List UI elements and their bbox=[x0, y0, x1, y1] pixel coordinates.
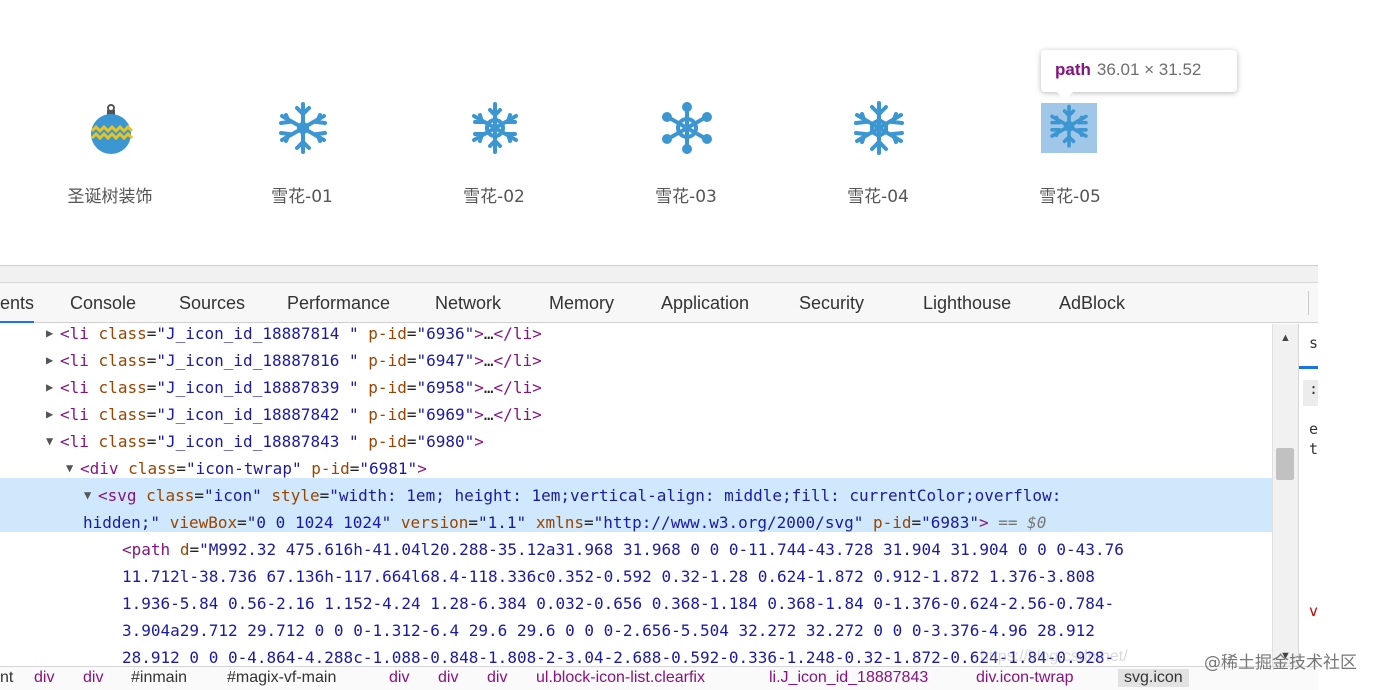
elements-dom-tree: ▶ <li class="J_icon_id_18887814 " p-id="… bbox=[0, 324, 1272, 664]
tab-application[interactable]: Application bbox=[661, 283, 749, 323]
inspect-tooltip: path 36.01 × 31.52 bbox=[1041, 50, 1237, 100]
styles-pane-text: : bbox=[1309, 380, 1318, 398]
collapse-arrow-icon[interactable]: ▼ bbox=[66, 455, 80, 482]
dom-node-path-continued: 1.936-5.84 0.56-2.16 1.152-4.24 1.28-6.3… bbox=[122, 594, 1115, 613]
breadcrumb-item[interactable]: nt bbox=[0, 669, 13, 687]
devtools-resize-strip[interactable] bbox=[0, 266, 1318, 283]
tab-elements[interactable]: ents bbox=[0, 283, 35, 323]
dom-node-li-open[interactable]: ▼ <li class="J_icon_id_18887843 " p-id="… bbox=[0, 428, 1272, 455]
icon-label: 圣诞树装饰 bbox=[67, 187, 153, 207]
snowflake-icon bbox=[662, 102, 712, 154]
breadcrumb-item[interactable]: div bbox=[389, 669, 409, 687]
dom-node-li[interactable]: ▶ <li class="J_icon_id_18887814 " p-id="… bbox=[0, 324, 1272, 347]
tab-console[interactable]: Console bbox=[70, 283, 136, 323]
tab-lighthouse[interactable]: Lighthouse bbox=[923, 283, 1011, 323]
dom-node-path-continued: 3.904a29.712 29.712 0 0 0-1.312-6.4 29.6… bbox=[122, 621, 1095, 640]
breadcrumb-item[interactable]: div bbox=[34, 669, 54, 687]
dom-node-path-continued: 11.712l-38.736 67.136h-117.664l68.4-118.… bbox=[122, 567, 1095, 586]
expand-arrow-icon[interactable]: ▶ bbox=[46, 401, 60, 428]
icon-label: 雪花-01 bbox=[271, 187, 333, 207]
icon-card-snowflake-03[interactable]: 雪花-03 bbox=[626, 96, 746, 216]
dom-node-li[interactable]: ▶ <li class="J_icon_id_18887839 " p-id="… bbox=[0, 374, 1272, 401]
icon-label: 雪花-04 bbox=[847, 187, 909, 207]
snowflake-icon bbox=[1041, 103, 1097, 153]
tab-adblock[interactable]: AdBlock bbox=[1059, 283, 1125, 323]
breadcrumb-item-active[interactable]: svg.icon bbox=[1118, 669, 1189, 687]
snowflake-icon bbox=[472, 102, 518, 154]
scrollbar-thumb[interactable] bbox=[1276, 448, 1294, 480]
scroll-up-icon[interactable]: ▲ bbox=[1280, 332, 1291, 344]
collapse-arrow-icon[interactable]: ▼ bbox=[84, 482, 98, 509]
snowflake-icon bbox=[279, 102, 327, 154]
devtools-tab-bar: ents Console Sources Performance Network… bbox=[0, 283, 1318, 323]
dom-node-div[interactable]: ▼ <div class="icon-twrap" p-id="6981"> bbox=[0, 455, 1272, 482]
styles-pane-text: e bbox=[1309, 420, 1318, 438]
icon-card-snowflake-02[interactable]: 雪花-02 bbox=[434, 96, 554, 216]
icon-label: 雪花-02 bbox=[463, 187, 525, 207]
dom-node-li[interactable]: ▶ <li class="J_icon_id_18887816 " p-id="… bbox=[0, 347, 1272, 374]
dom-node-svg-selected[interactable]: ▼ <svg class="icon" style="width: 1em; h… bbox=[0, 482, 1272, 509]
breadcrumb-item[interactable]: div.icon-twrap bbox=[976, 669, 1074, 687]
tab-network[interactable]: Network bbox=[435, 283, 501, 323]
tab-security[interactable]: Security bbox=[799, 283, 864, 323]
collapse-arrow-icon[interactable]: ▼ bbox=[46, 428, 60, 455]
breadcrumb-item[interactable]: #inmain bbox=[131, 669, 187, 687]
icon-card-snowflake-04[interactable]: 雪花-04 bbox=[818, 96, 938, 216]
tooltip-dimensions: 36.01 × 31.52 bbox=[1096, 60, 1202, 79]
devtools-panel: ents Console Sources Performance Network… bbox=[0, 265, 1318, 690]
icon-card-ornament[interactable]: 圣诞树装饰 bbox=[50, 96, 170, 216]
dom-tree-scrollbar[interactable]: ▲ ▼ bbox=[1272, 324, 1298, 666]
styles-pane-text: s bbox=[1309, 334, 1318, 352]
breadcrumb-item[interactable]: li.J_icon_id_18887843 bbox=[769, 669, 928, 687]
icon-card-snowflake-01[interactable]: 雪花-01 bbox=[242, 96, 362, 216]
expand-arrow-icon[interactable]: ▶ bbox=[46, 374, 60, 401]
styles-pane-text: v bbox=[1309, 602, 1318, 620]
watermark-url: https://blog.csdn.net/ bbox=[980, 648, 1128, 665]
tab-memory[interactable]: Memory bbox=[549, 283, 614, 323]
breadcrumb: nt div div #inmain #magix-vf-main div di… bbox=[0, 666, 1318, 690]
styles-pane: s : e t v bbox=[1298, 324, 1318, 666]
breadcrumb-item[interactable]: ul.block-icon-list.clearfix bbox=[536, 669, 705, 687]
expand-arrow-icon[interactable]: ▶ bbox=[46, 324, 60, 347]
styles-pane-active-indicator bbox=[1299, 366, 1318, 369]
tab-performance[interactable]: Performance bbox=[287, 283, 390, 323]
icon-gallery: 圣诞树装饰 雪花-01 雪花-02 雪花-03 雪花-04 雪花-05 path… bbox=[0, 0, 1386, 265]
dom-node-svg-continued: hidden;" viewBox="0 0 1024 1024" version… bbox=[83, 513, 1047, 532]
selected-node-marker: == $0 bbox=[998, 513, 1047, 532]
watermark: @稀土掘金技术社区 bbox=[1204, 653, 1357, 673]
expand-arrow-icon[interactable]: ▶ bbox=[46, 347, 60, 374]
ornament-icon bbox=[90, 104, 134, 154]
breadcrumb-item[interactable]: div bbox=[83, 669, 103, 687]
tooltip-tag: path bbox=[1055, 60, 1091, 79]
dom-node-path[interactable]: <path d="M992.32 475.616h-41.04l20.288-3… bbox=[0, 536, 1272, 563]
icon-card-snowflake-05[interactable]: 雪花-05 bbox=[1010, 96, 1130, 216]
tab-sources[interactable]: Sources bbox=[179, 283, 245, 323]
breadcrumb-item[interactable]: div bbox=[438, 669, 458, 687]
styles-pane-text: t bbox=[1309, 440, 1318, 458]
breadcrumb-item[interactable]: div bbox=[487, 669, 507, 687]
icon-label: 雪花-03 bbox=[655, 187, 717, 207]
snowflake-icon bbox=[854, 101, 904, 155]
breadcrumb-item[interactable]: #magix-vf-main bbox=[227, 669, 336, 687]
icon-label: 雪花-05 bbox=[1039, 187, 1101, 207]
dom-node-li[interactable]: ▶ <li class="J_icon_id_18887842 " p-id="… bbox=[0, 401, 1272, 428]
tab-separator bbox=[1308, 291, 1309, 315]
